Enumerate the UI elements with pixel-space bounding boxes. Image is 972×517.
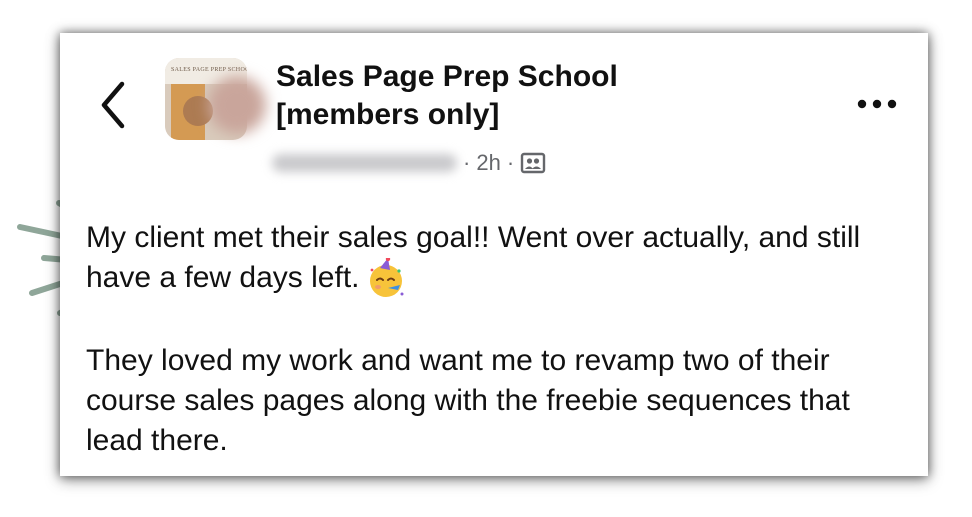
group-name-link[interactable]: Sales Page Prep School [members only] xyxy=(276,58,696,134)
post-paragraph: My client met their sales goal!! Went ov… xyxy=(86,218,876,300)
meta-separator: · xyxy=(463,150,471,175)
meta-separator: · xyxy=(506,150,515,175)
group-members-icon xyxy=(520,152,546,174)
screenshot-stage: SALES PAGE PREP SCHOOL Sales Page Prep S… xyxy=(0,0,972,517)
partying-face-emoji xyxy=(369,258,403,298)
more-horizontal-icon[interactable] xyxy=(855,90,899,118)
left-burst-line xyxy=(17,224,65,239)
post-paragraph-text: My client met their sales goal!! Went ov… xyxy=(86,221,861,294)
chevron-left-icon[interactable] xyxy=(98,80,128,130)
author-name-blurred[interactable] xyxy=(272,154,457,172)
post-meta: · 2h · xyxy=(272,148,546,178)
post-paragraph: They loved my work and want me to revamp… xyxy=(86,344,850,458)
post-body: My client met their sales goal!! Went ov… xyxy=(86,218,876,461)
avatar-caption: SALES PAGE PREP SCHOOL xyxy=(171,67,247,73)
author-avatar-blurred[interactable] xyxy=(208,76,266,134)
post-timestamp[interactable]: 2h xyxy=(476,150,500,176)
